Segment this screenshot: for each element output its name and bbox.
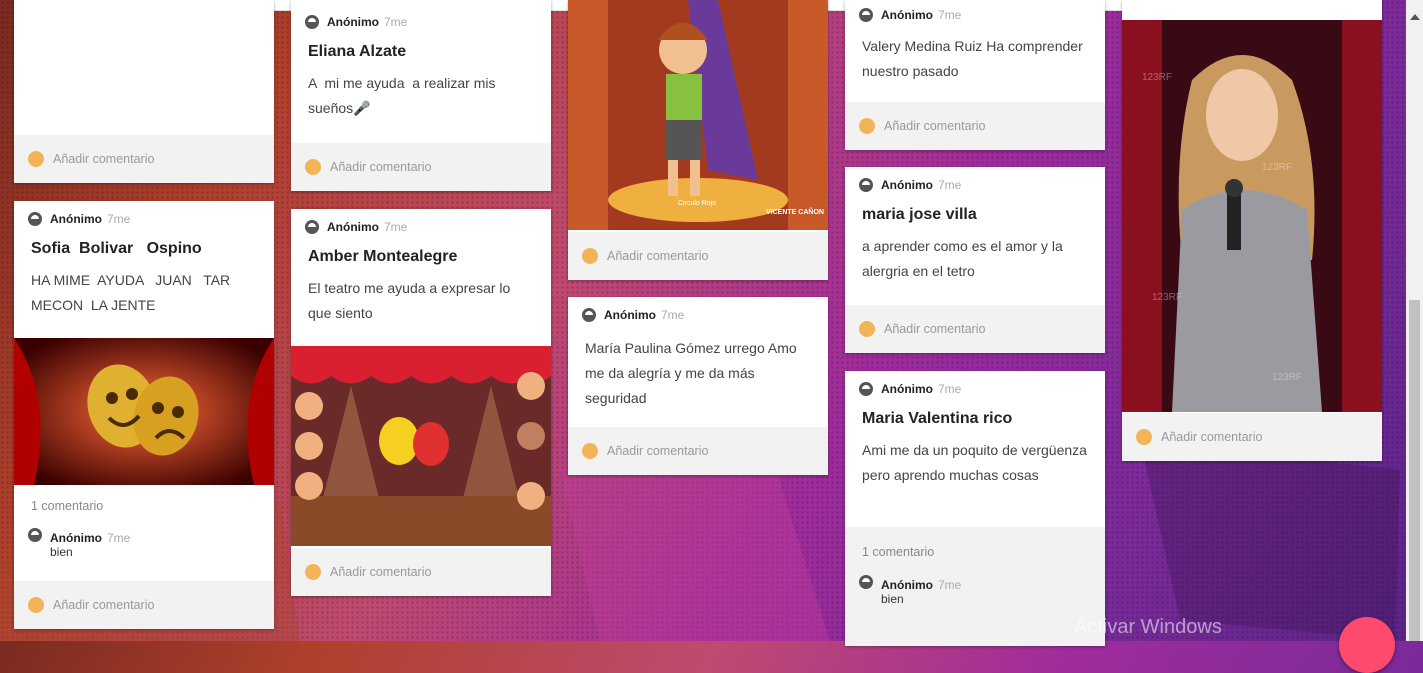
add-comment-button[interactable]: Añadir comentario: [1122, 413, 1382, 461]
avatar-icon: [582, 308, 596, 322]
add-comment-button[interactable]: Añadir comentario: [14, 581, 274, 629]
user-avatar-icon: [859, 118, 875, 134]
post-body: Valery Medina Ruiz Ha comprender nuestro…: [862, 38, 1083, 79]
add-comment-button[interactable]: Añadir comentario: [14, 135, 274, 183]
svg-text:VICENTE CAÑON: VICENTE CAÑON: [766, 207, 824, 216]
post-title: maria jose villa: [862, 206, 977, 223]
avatar-icon: [28, 528, 42, 542]
post-title: Sofia Bolivar Ospino: [31, 240, 202, 257]
user-avatar-icon: [859, 321, 875, 337]
post-body: Ami me da un poquito de vergüenza pero a…: [862, 442, 1087, 483]
user-avatar-icon: [28, 151, 44, 167]
scrollbar-thumb[interactable]: [1409, 300, 1420, 641]
comment-count: 1 comentario: [862, 545, 935, 559]
post-image: Circulo Rojo VICENTE CAÑON: [568, 0, 828, 230]
comments-section: 1 comentario Anónimo 7me bien: [845, 527, 1105, 646]
post-card: Anónimo 7me Maria Valentina rico Ami me …: [845, 371, 1105, 646]
post-meta: Anónimo 7me: [845, 174, 1105, 196]
add-comment-button[interactable]: Añadir comentario: [568, 232, 828, 280]
comment: Anónimo 7me bien: [14, 528, 144, 559]
avatar-icon: [859, 575, 873, 589]
post-meta: Anónimo 7me: [291, 11, 551, 33]
svg-text:123RF: 123RF: [1262, 162, 1292, 173]
girl-with-microphone-image: 123RF 123RF 123RF 123RF: [1122, 20, 1382, 412]
post-card: Anónimo 7me María Paulina Gómez urrego A…: [568, 297, 828, 475]
post-card: Circulo Rojo VICENTE CAÑON Añadir coment…: [568, 0, 828, 280]
vertical-scrollbar[interactable]: [1406, 0, 1423, 641]
scroll-up-arrow-icon[interactable]: [1410, 14, 1420, 20]
post-meta: Anónimo 7me: [845, 4, 1105, 26]
post-card: Añadir comentario: [14, 0, 274, 183]
user-avatar-icon: [1136, 429, 1152, 445]
avatar-icon: [859, 8, 873, 22]
post-body: El teatro me ayuda a expresar lo que sie…: [308, 280, 511, 321]
post-body: a aprender como es el amor y la alergria…: [862, 238, 1063, 279]
add-comment-button[interactable]: Añadir comentario: [291, 143, 551, 191]
avatar-icon: [859, 382, 873, 396]
post-meta: Anónimo 7me: [291, 216, 551, 238]
add-comment-button[interactable]: Añadir comentario: [568, 427, 828, 475]
avatar-icon: [305, 220, 319, 234]
svg-text:123RF: 123RF: [1142, 72, 1172, 83]
add-comment-button[interactable]: Añadir comentario: [845, 305, 1105, 353]
post-card: Anónimo 7me Eliana Alzate A mi me ayuda …: [291, 0, 551, 191]
post-image: [291, 346, 551, 546]
post-title: Maria Valentina rico: [862, 410, 1013, 427]
post-body: María Paulina Gómez urrego Amo me da ale…: [585, 340, 797, 406]
theater-masks-image: [14, 338, 274, 485]
user-avatar-icon: [305, 564, 321, 580]
post-card: 123RF 123RF 123RF 123RF Añadir comentari…: [1122, 0, 1382, 461]
puppet-theater-image: [291, 346, 551, 546]
user-avatar-icon: [582, 248, 598, 264]
avatar-icon: [859, 178, 873, 192]
svg-text:Circulo Rojo: Circulo Rojo: [678, 200, 716, 207]
post-body: A mi me ayuda a realizar mis sueños🎤: [308, 75, 500, 116]
post-meta: Anónimo 7me: [845, 378, 1105, 400]
svg-text:123RF: 123RF: [1152, 292, 1182, 303]
post-card: Anónimo 7me maria jose villa a aprender …: [845, 167, 1105, 353]
add-comment-button[interactable]: Añadir comentario: [845, 102, 1105, 150]
post-image: [14, 338, 274, 485]
post-meta: Anónimo 7me: [568, 304, 828, 326]
avatar-icon: [305, 15, 319, 29]
post-title: Amber Montealegre: [308, 248, 458, 265]
post-meta: Anónimo 7me: [14, 208, 274, 230]
user-avatar-icon: [28, 597, 44, 613]
post-card: Anónimo 7me Valery Medina Ruiz Ha compre…: [845, 0, 1105, 150]
post-title: Eliana Alzate: [308, 43, 407, 60]
avatar-icon: [28, 212, 42, 226]
post-image: 123RF 123RF 123RF 123RF: [1122, 20, 1382, 412]
user-avatar-icon: [582, 443, 598, 459]
post-body: HA MIME AYUDA JUAN TAR MECON LA JENTE: [31, 272, 235, 313]
user-avatar-icon: [305, 159, 321, 175]
comment-count: 1 comentario: [31, 499, 104, 513]
add-comment-button[interactable]: Añadir comentario: [291, 548, 551, 596]
svg-text:123RF: 123RF: [1272, 372, 1302, 383]
comment: Anónimo 7me bien: [845, 575, 1105, 606]
windows-activation-watermark: Activar Windows: [1074, 616, 1222, 638]
add-post-button[interactable]: [1339, 617, 1395, 673]
cartoon-boy-image: Circulo Rojo VICENTE CAÑON: [568, 0, 828, 230]
post-card: Anónimo 7me Sofia Bolivar Ospino HA MIME…: [14, 201, 274, 629]
post-card: Anónimo 7me Amber Montealegre El teatro …: [291, 209, 551, 596]
